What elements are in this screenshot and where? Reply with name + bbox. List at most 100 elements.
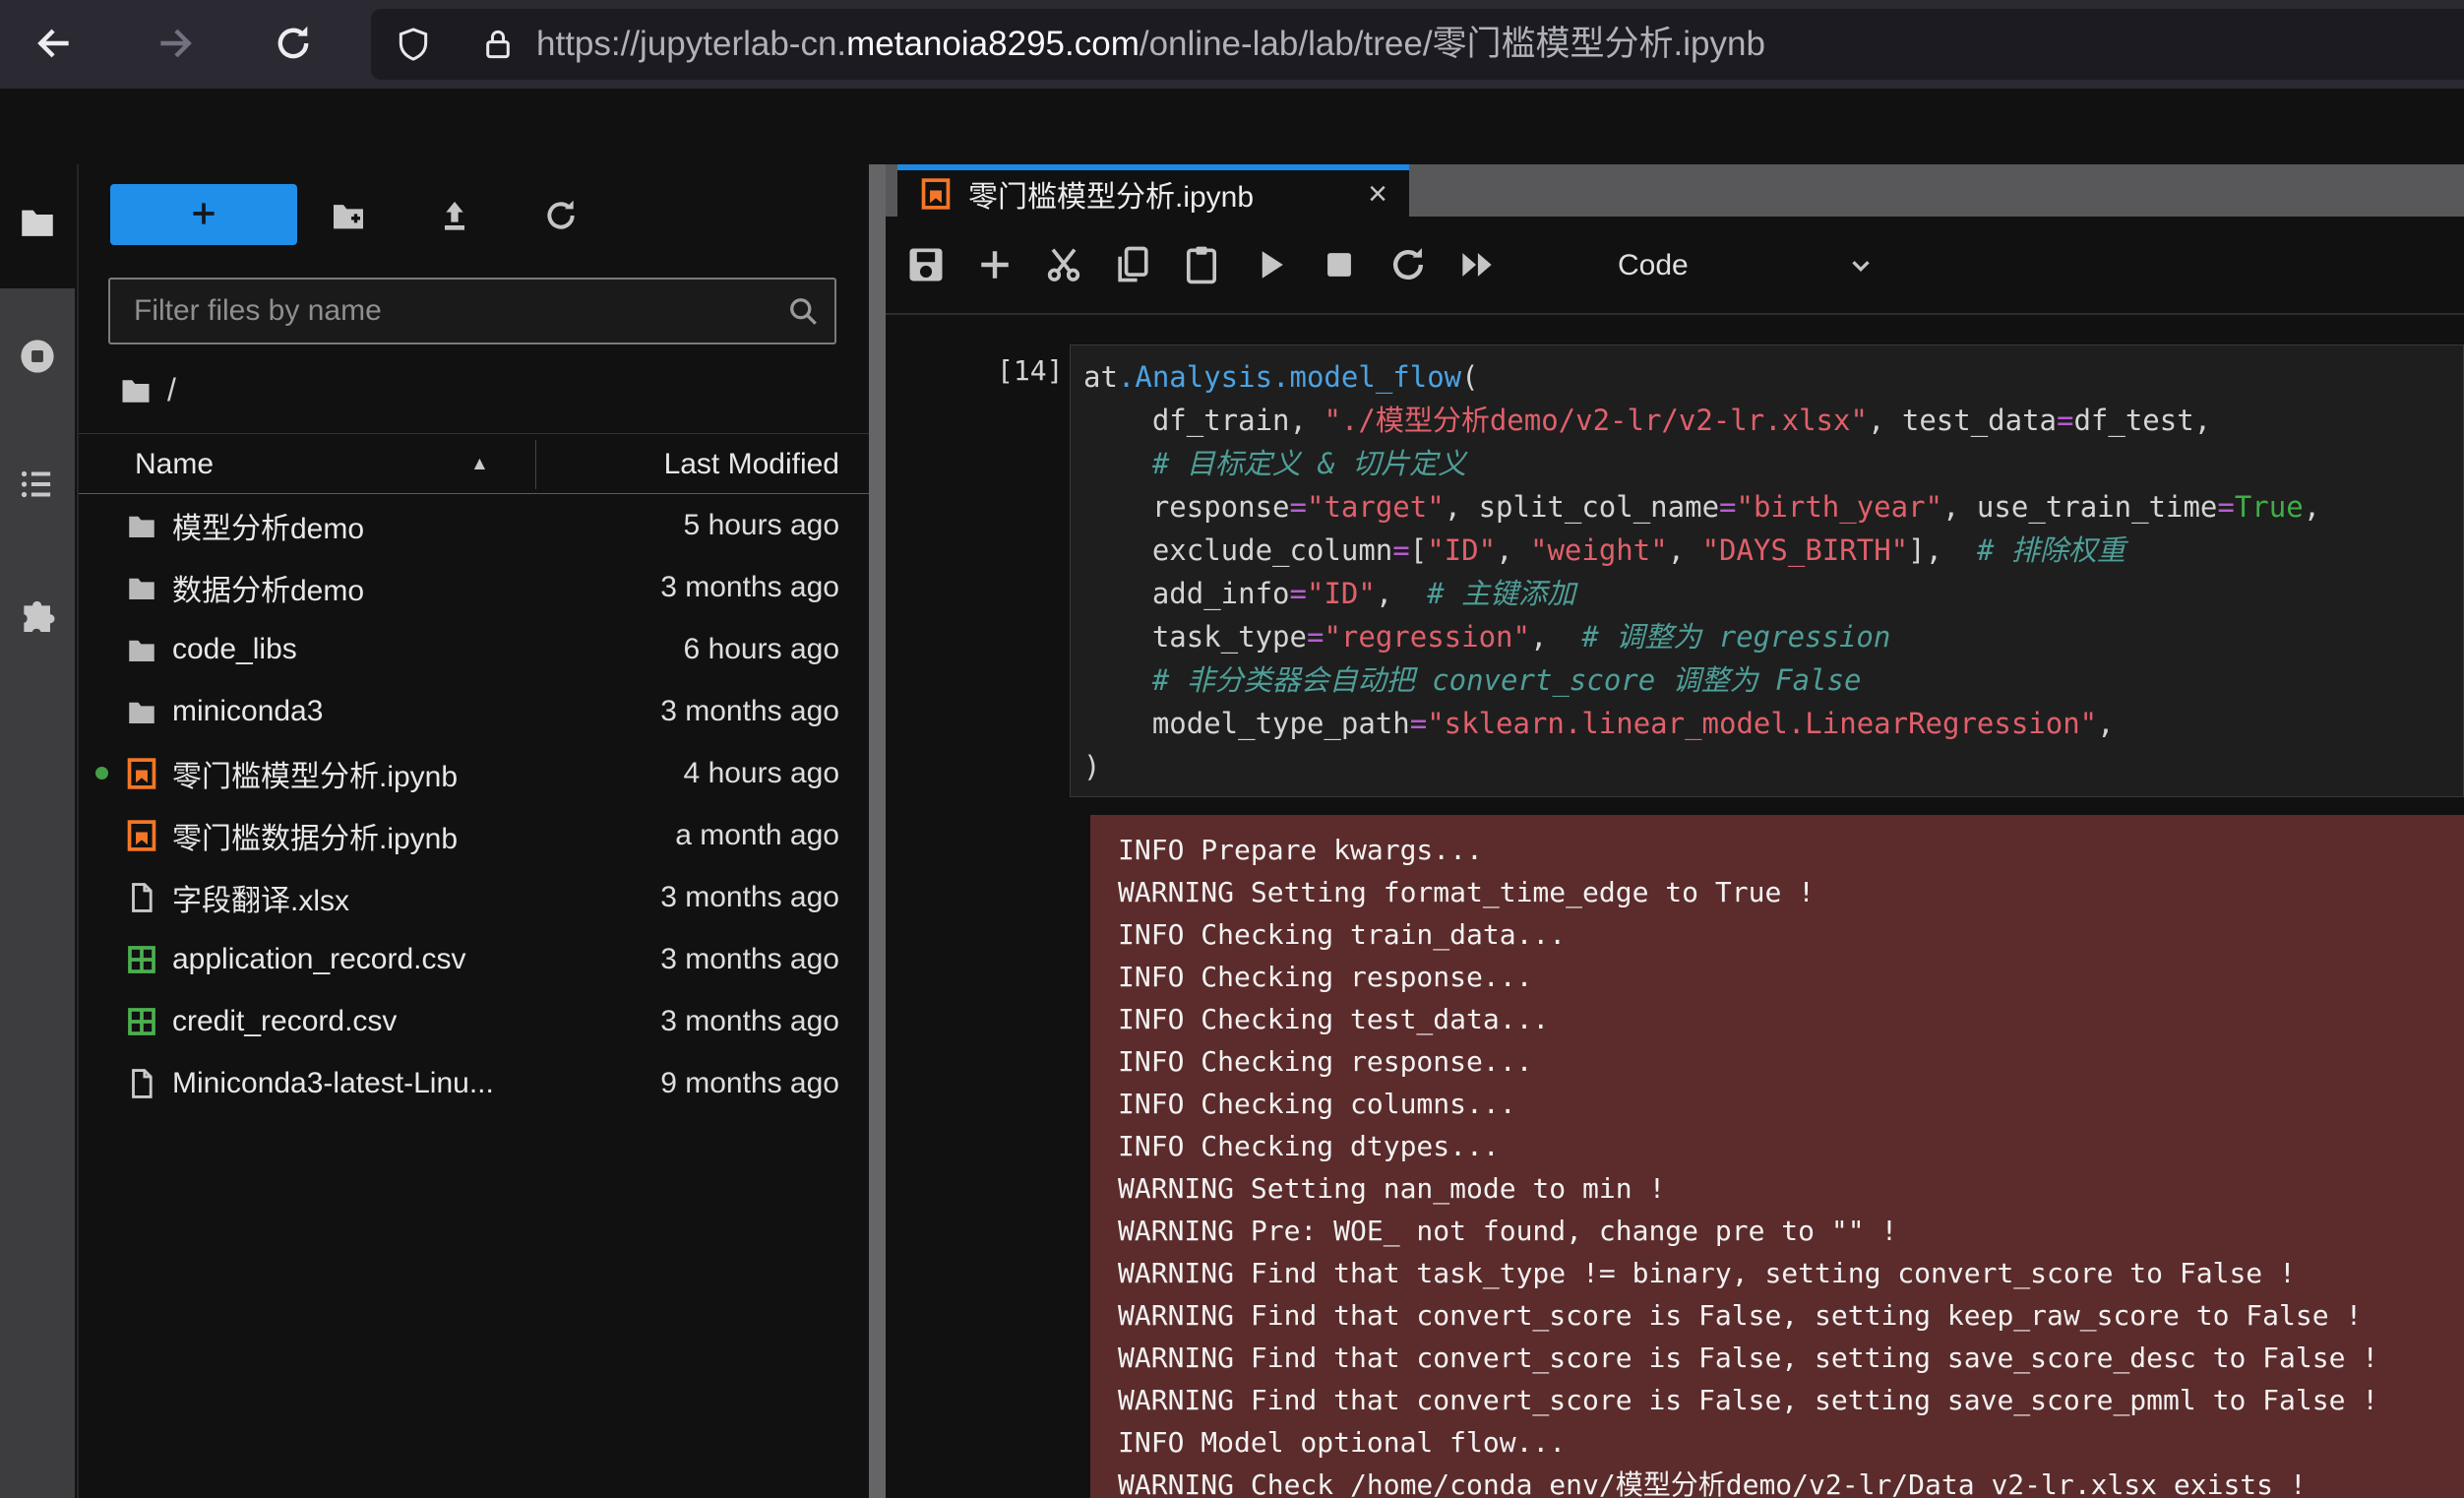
forward-arrow-icon	[154, 22, 197, 65]
table-of-contents-tab-icon[interactable]	[17, 464, 58, 505]
file-name: miniconda3	[172, 695, 323, 728]
output-line: INFO Checking test_data...	[1118, 998, 2464, 1040]
file-browser-tab-icon[interactable]	[17, 201, 58, 242]
file-row[interactable]: 零门槛模型分析.ipynb 4 hours ago	[79, 742, 871, 804]
file-name: 模型分析demo	[172, 504, 364, 547]
file-row[interactable]: Miniconda3-latest-Linu... 9 months ago	[79, 1052, 871, 1114]
folder-icon	[125, 509, 158, 542]
panel-splitter[interactable]	[869, 164, 886, 1498]
file-modified: 6 hours ago	[684, 633, 839, 666]
column-header-modified[interactable]: Last Modified	[664, 434, 839, 495]
paste-button[interactable]	[1180, 243, 1223, 286]
code-line: at.Analysis.model_flow(	[1083, 355, 2463, 399]
home-folder-icon[interactable]	[118, 372, 154, 407]
output-line: INFO Model optional flow...	[1118, 1421, 2464, 1464]
reload-icon	[272, 22, 315, 65]
notebook-tab[interactable]: 零门槛模型分析.ipynb ×	[897, 164, 1409, 217]
folder-icon	[125, 571, 158, 604]
tab-close-button[interactable]: ×	[1368, 177, 1387, 211]
address-bar[interactable]: https://jupyterlab-cn.metanoia8295.com/o…	[371, 9, 2464, 80]
breadcrumb: /	[118, 361, 176, 418]
file-list: 模型分析demo 5 hours ago 数据分析demo 3 months a…	[79, 494, 871, 1498]
add-button[interactable]	[973, 243, 1016, 286]
lock-icon[interactable]	[479, 26, 517, 63]
filter-input[interactable]	[110, 280, 834, 343]
file-name: code_libs	[172, 633, 297, 666]
folder-icon	[125, 633, 158, 666]
cut-button[interactable]	[1042, 243, 1085, 286]
cell-type-dropdown[interactable]: Code	[1618, 249, 1876, 282]
file-modified: 3 months ago	[660, 943, 839, 976]
fast-forward-button[interactable]	[1455, 243, 1499, 286]
file-row[interactable]: 字段翻译.xlsx 3 months ago	[79, 866, 871, 928]
file-list-header: Name ▲ Last Modified	[79, 433, 871, 494]
new-folder-icon	[329, 196, 368, 235]
file-name: 字段翻译.xlsx	[172, 876, 349, 919]
plus-icon	[187, 197, 220, 230]
output-line: WARNING Find that convert_score is False…	[1118, 1337, 2464, 1379]
restart-icon	[1386, 243, 1430, 286]
file-row[interactable]: 零门槛数据分析.ipynb a month ago	[79, 804, 871, 866]
file-name: credit_record.csv	[172, 1005, 397, 1038]
file-row[interactable]: application_record.csv 3 months ago	[79, 928, 871, 990]
file-icon	[125, 881, 158, 914]
browser-toolbar: https://jupyterlab-cn.metanoia8295.com/o…	[0, 0, 2464, 89]
column-divider	[535, 440, 536, 489]
output-line: WARNING Find that convert_score is False…	[1118, 1294, 2464, 1337]
tab-title: 零门槛模型分析.ipynb	[968, 172, 1254, 216]
file-row[interactable]: credit_record.csv 3 months ago	[79, 990, 871, 1052]
browser-back-button[interactable]	[27, 17, 82, 72]
run-button[interactable]	[1249, 243, 1292, 286]
code-line: # 目标定义 & 切片定义	[1083, 442, 2463, 485]
notebook-icon	[919, 177, 953, 211]
output-line: INFO Checking response...	[1118, 956, 2464, 998]
copy-button[interactable]	[1111, 243, 1154, 286]
paste-icon	[1180, 243, 1223, 286]
file-row[interactable]: 模型分析demo 5 hours ago	[79, 494, 871, 556]
output-line: WARNING Check /home/conda_env/模型分析demo/v…	[1118, 1464, 2464, 1498]
output-line: INFO Prepare kwargs...	[1118, 829, 2464, 871]
code-line: add_info="ID", # 主键添加	[1083, 572, 2463, 615]
code-line: model_type_path="sklearn.linear_model.Li…	[1083, 702, 2463, 745]
cell-output-stderr: INFO Prepare kwargs... WARNING Setting f…	[1090, 815, 2464, 1498]
file-name: 零门槛数据分析.ipynb	[172, 814, 458, 857]
shield-icon[interactable]	[395, 26, 432, 63]
file-modified: a month ago	[675, 819, 839, 852]
column-header-name[interactable]: Name	[135, 434, 214, 495]
notebook-icon	[125, 757, 158, 790]
upload-button[interactable]	[433, 195, 476, 238]
file-modified: 3 months ago	[660, 881, 839, 914]
extension-manager-tab-icon[interactable]	[17, 597, 58, 639]
code-line: df_train, "./模型分析demo/v2-lr/v2-lr.xlsx",…	[1083, 399, 2463, 442]
code-cell-editor[interactable]: at.Analysis.model_flow( df_train, "./模型分…	[1070, 344, 2464, 797]
upload-icon	[435, 196, 474, 235]
chevron-down-icon	[1846, 251, 1876, 281]
notebook-icon	[125, 819, 158, 852]
file-row[interactable]: code_libs 6 hours ago	[79, 618, 871, 680]
restart-button[interactable]	[1386, 243, 1430, 286]
new-folder-button[interactable]	[327, 195, 370, 238]
browser-forward-button[interactable]	[148, 17, 203, 72]
output-line: WARNING Find that task_type != binary, s…	[1118, 1252, 2464, 1294]
file-row[interactable]: 数据分析demo 3 months ago	[79, 556, 871, 618]
output-line: INFO Checking columns...	[1118, 1083, 2464, 1125]
jupyterlab-menubar: File Edit View Run Kernel Tabs Settings …	[0, 89, 2464, 164]
file-modified: 3 months ago	[660, 695, 839, 728]
save-button[interactable]	[904, 243, 948, 286]
output-line: WARNING Setting format_time_edge to True…	[1118, 871, 2464, 913]
output-line: INFO Checking dtypes...	[1118, 1125, 2464, 1167]
notebook-content: [14]: at.Analysis.model_flow( df_train, …	[886, 315, 2464, 1498]
file-icon	[125, 1067, 158, 1100]
file-row[interactable]: miniconda3 3 months ago	[79, 680, 871, 742]
stop-button[interactable]	[1318, 243, 1361, 286]
code-line: response="target", split_col_name="birth…	[1083, 485, 2463, 529]
screen: https://jupyterlab-cn.metanoia8295.com/o…	[0, 0, 2464, 1498]
output-line: INFO Checking response...	[1118, 1040, 2464, 1083]
file-name: 数据分析demo	[172, 566, 364, 609]
left-sidebar-strip	[0, 164, 75, 1498]
new-launcher-button[interactable]	[110, 184, 297, 245]
browser-reload-button[interactable]	[266, 17, 321, 72]
refresh-button[interactable]	[539, 195, 583, 238]
breadcrumb-root[interactable]: /	[167, 372, 176, 408]
running-kernels-tab-icon[interactable]	[17, 336, 58, 377]
